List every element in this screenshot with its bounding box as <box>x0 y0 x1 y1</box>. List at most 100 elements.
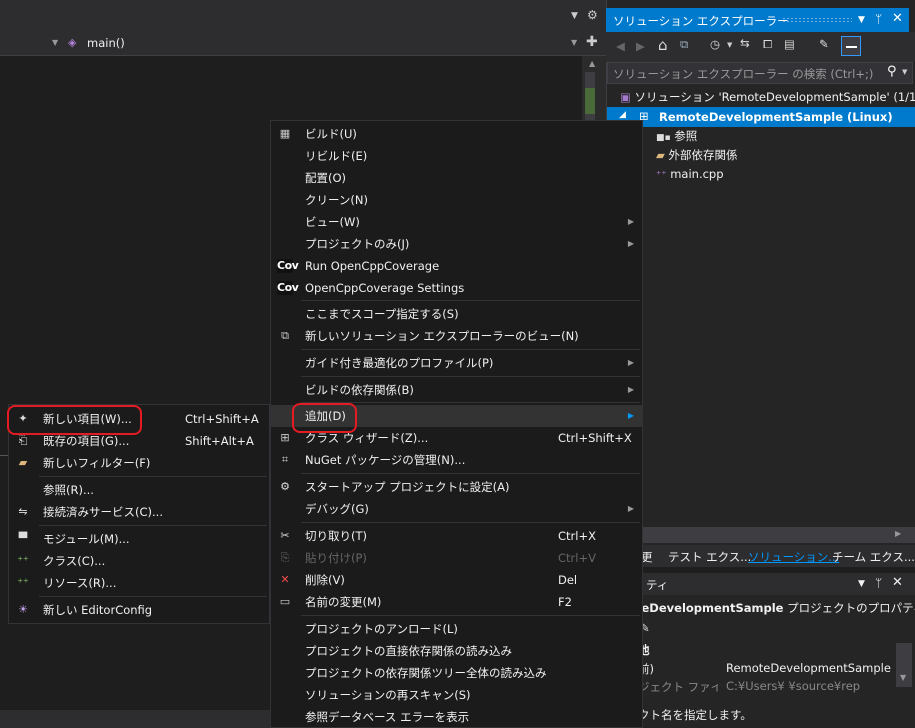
submenu-arrow-icon: ▶ <box>627 217 634 226</box>
menu-item-opencppcoverage-settings[interactable]: Cov OpenCppCoverage Settings <box>271 277 642 299</box>
project-node[interactable]: ◢ ⊞ RemoteDevelopmentSample (Linux) <box>607 107 915 127</box>
property-value[interactable]: RemoteDevelopmentSample <box>726 661 891 675</box>
connected-service-icon: ⇋ <box>18 505 28 518</box>
menu-item-rescan-solution[interactable]: ソリューションの再スキャン(S) <box>271 684 642 706</box>
scroll-up-icon[interactable]: ▲ <box>589 59 595 68</box>
scope-dropdown-arrow-icon[interactable]: ▼ <box>52 38 58 47</box>
properties-object-row[interactable]: teDevelopmentSample プロジェクトのプロパティ ▼ <box>636 600 915 616</box>
window-menu-icon[interactable]: ▼ <box>858 15 865 25</box>
submenu-item-class[interactable]: ⁺⁺ クラス(C)... <box>9 550 269 572</box>
tab-team-explorer[interactable]: チーム エクス... <box>832 549 915 565</box>
history-dropdown-icon[interactable]: ▼ <box>727 41 732 49</box>
menu-item-build-dependencies[interactable]: ビルドの依存関係(B) ▶ <box>271 379 642 401</box>
properties-titlebar[interactable]: ティ ▼ ᛘ ✕ <box>606 573 915 595</box>
submenu-item-resource[interactable]: ⁺⁺ リソース(R)... <box>9 572 269 594</box>
title-strip: ▼ ⚙ <box>0 0 606 32</box>
menu-item-debug[interactable]: デバッグ(G) ▶ <box>271 498 642 520</box>
menu-item-build[interactable]: ▦ ビルド(U) <box>271 123 642 145</box>
function-icon: ◈ <box>68 36 77 49</box>
dropdown-arrow-icon[interactable]: ▼ <box>571 11 578 21</box>
forward-icon[interactable]: ▶ <box>636 39 645 53</box>
menu-item-scope-to-this[interactable]: ここまでスコープ指定する(S) <box>271 303 642 325</box>
tree-item-label: 外部依存関係 <box>668 148 738 162</box>
collapse-all-icon[interactable]: ⧠ <box>763 37 772 52</box>
menu-item-manage-nuget[interactable]: ⌗ NuGet パッケージの管理(N)... <box>271 449 642 471</box>
tree-item-references[interactable]: ■▪ 参照 <box>656 127 697 146</box>
tab-test-explorer[interactable]: テスト エクス... <box>668 549 751 565</box>
menu-item-profile-guided-optimization[interactable]: ガイド付き最適化のプロファイル(P) ▶ <box>271 352 642 374</box>
submenu-item-module[interactable]: ▀ モジュール(M)... <box>9 528 269 550</box>
submenu-item-new-editorconfig[interactable]: ☀ 新しい EditorConfig <box>9 599 269 621</box>
nav-dropdown-arrow-icon[interactable]: ▼ <box>571 38 577 47</box>
add-highlight-ring <box>292 403 357 433</box>
property-value[interactable]: C:¥Users¥ ¥source¥rep <box>726 679 894 693</box>
menu-item-run-opencppcoverage[interactable]: Cov Run OpenCppCoverage <box>271 255 642 277</box>
menu-item-load-direct-dependencies[interactable]: プロジェクトの直接依存関係の読み込み <box>271 640 642 662</box>
solution-explorer-titlebar[interactable]: ソリューション エクスプローラー ▼ ᛘ ✕ <box>606 8 909 32</box>
menu-item-delete[interactable]: ✕ 削除(V) Del <box>271 569 642 591</box>
solution-explorer-title: ソリューション エクスプローラー <box>613 14 789 28</box>
solution-icon: ▣ <box>620 90 631 104</box>
sync-icon[interactable]: ⇆ <box>740 36 750 50</box>
preview-toggle-icon[interactable] <box>841 36 861 56</box>
menu-separator <box>301 615 640 616</box>
switch-view-icon[interactable]: ⧉ <box>680 37 688 52</box>
opencppcoverage-icon: Cov <box>277 281 299 295</box>
tab-solution-explorer[interactable]: ソリューション... <box>748 549 839 565</box>
collapse-arrow-icon[interactable]: ◢ <box>619 110 626 120</box>
submenu-arrow-icon: ▶ <box>627 358 634 367</box>
menu-item-clean[interactable]: クリーン(N) <box>271 189 642 211</box>
references-icon: ■▪ <box>656 133 671 143</box>
menu-item-project-only[interactable]: プロジェクトのみ(J) ▶ <box>271 233 642 255</box>
gear-icon[interactable]: ⚙ <box>587 8 598 22</box>
solution-label: ソリューション 'RemoteDevelopmentSample' (1/1 プ… <box>634 90 915 104</box>
menu-separator <box>39 525 267 526</box>
search-icon[interactable]: ⚲ <box>887 64 897 79</box>
add-submenu: ✦ 新しい項目(W)... Ctrl+Shift+A ⎗ 既存の項目(G)...… <box>8 404 270 624</box>
opencppcoverage-icon: Cov <box>277 259 299 273</box>
pin-icon[interactable]: ᛘ <box>875 12 882 26</box>
property-name: ジェクト ファイル <box>638 680 718 694</box>
menu-item-unload-project[interactable]: プロジェクトのアンロード(L) <box>271 618 642 640</box>
object-kind: プロジェクトのプロパティ <box>787 601 915 615</box>
menu-item-set-startup-project[interactable]: ⚙ スタートアップ プロジェクトに設定(A) <box>271 476 642 498</box>
menu-item-rename[interactable]: ▭ 名前の変更(M) F2 <box>271 591 642 613</box>
class-icon: ⁺⁺ <box>17 554 29 567</box>
split-icon[interactable]: ✚ <box>586 34 598 50</box>
menu-item-show-browse-db-errors[interactable]: 参照データベース エラーを表示 <box>271 706 642 728</box>
menu-item-load-dependency-tree[interactable]: プロジェクトの依存関係ツリー全体の読み込み <box>271 662 642 684</box>
properties-title: ティ <box>646 578 669 592</box>
scroll-down-icon[interactable]: ▼ <box>900 673 906 682</box>
back-icon[interactable]: ◀ <box>616 39 625 53</box>
pin-icon[interactable]: ᛘ <box>875 576 882 590</box>
solution-node[interactable]: ▣ ソリューション 'RemoteDevelopmentSample' (1/1… <box>620 88 915 107</box>
properties-wrench-icon[interactable]: ✎ <box>819 37 829 51</box>
tree-item-main-cpp[interactable]: ⁺⁺ main.cpp <box>656 165 724 184</box>
submenu-item-reference[interactable]: 参照(R)... <box>9 479 269 501</box>
show-all-files-icon[interactable]: ▤ <box>784 37 795 51</box>
tool-window-tabs: 更 テスト エクス... ソリューション... チーム エクス... <box>606 545 915 567</box>
cpp-file-icon: ⁺⁺ <box>656 170 667 181</box>
home-icon[interactable]: ⌂ <box>658 36 668 54</box>
menu-item-view[interactable]: ビュー(W) ▶ <box>271 211 642 233</box>
solution-explorer-search-input[interactable]: ソリューション エクスプローラー の検索 (Ctrl+;) ⚲ ▼ <box>607 62 913 84</box>
new-folder-icon: ▰ <box>18 456 28 469</box>
history-icon[interactable]: ◷ <box>710 37 720 51</box>
close-icon[interactable]: ✕ <box>892 575 903 590</box>
solution-explorer-hscroll[interactable]: ▶ <box>606 527 915 543</box>
submenu-item-new-filter[interactable]: ▰ 新しいフィルター(F) <box>9 452 269 474</box>
tree-item-external-dependencies[interactable]: ▰ 外部依存関係 <box>656 146 738 165</box>
properties-scrollbar[interactable]: ▼ <box>896 643 912 687</box>
navigation-bar: ▼ ◈ main() ▼ ✚ <box>0 32 606 56</box>
menu-item-cut[interactable]: ✂ 切り取り(T) Ctrl+X <box>271 525 642 547</box>
menu-item-rebuild[interactable]: リビルド(E) <box>271 145 642 167</box>
menu-item-new-solution-explorer-view[interactable]: ⧉ 新しいソリューション エクスプローラーのビュー(N) <box>271 325 642 347</box>
close-icon[interactable]: ✕ <box>892 11 903 26</box>
menu-item-deploy[interactable]: 配置(O) <box>271 167 642 189</box>
search-options-icon[interactable]: ▼ <box>902 68 907 76</box>
window-menu-icon[interactable]: ▼ <box>858 579 865 589</box>
function-scope-label[interactable]: main() <box>87 36 125 50</box>
scroll-right-icon[interactable]: ▶ <box>895 529 901 538</box>
menu-separator <box>301 473 640 474</box>
submenu-item-connected-service[interactable]: ⇋ 接続済みサービス(C)... <box>9 501 269 523</box>
